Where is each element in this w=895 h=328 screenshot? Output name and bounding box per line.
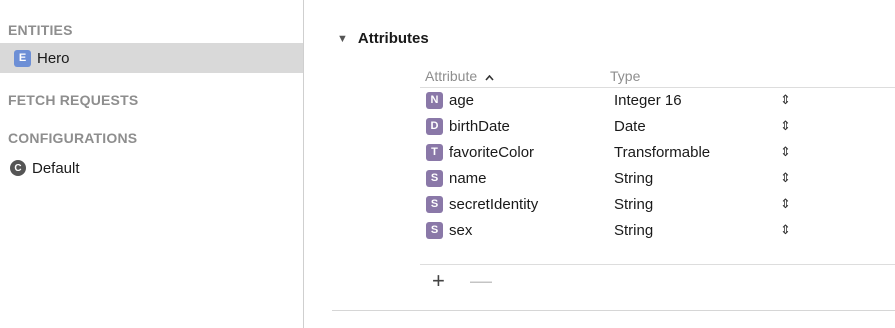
attribute-type-popup[interactable]: String bbox=[614, 170, 653, 187]
up-down-stepper-icon[interactable]: ⇕ bbox=[780, 196, 791, 212]
attribute-type-popup[interactable]: String bbox=[614, 222, 653, 239]
attribute-name: birthDate bbox=[449, 117, 510, 135]
remove-attribute-button[interactable]: — bbox=[470, 270, 492, 292]
up-down-stepper-icon[interactable]: ⇕ bbox=[780, 118, 791, 134]
fetch-requests-section-title[interactable]: FETCH REQUESTS bbox=[8, 92, 138, 108]
sidebar-item-label: Hero bbox=[37, 49, 70, 67]
up-down-stepper-icon[interactable]: ⇕ bbox=[780, 144, 791, 160]
attribute-type-badge-icon: N bbox=[426, 91, 443, 109]
attribute-type-badge-icon: S bbox=[426, 169, 443, 187]
attribute-type-badge-icon: D bbox=[426, 117, 443, 135]
sidebar: ENTITIES E Hero FETCH REQUESTS CONFIGURA… bbox=[0, 0, 303, 328]
disclosure-triangle-icon[interactable]: ▼ bbox=[337, 33, 348, 45]
attribute-name: sex bbox=[449, 221, 473, 239]
main-panel: ▼ Attributes Attribute Type Nage Integer… bbox=[304, 0, 895, 328]
attributes-title: Attributes bbox=[357, 30, 429, 47]
up-down-stepper-icon[interactable]: ⇕ bbox=[780, 92, 791, 108]
section-bottom-divider bbox=[332, 310, 895, 311]
attribute-column-header[interactable]: Attribute bbox=[425, 68, 494, 84]
table-row[interactable]: TfavoriteColor Transformable ⇕ bbox=[420, 139, 895, 165]
sidebar-item-hero[interactable]: E Hero bbox=[0, 43, 303, 73]
attributes-section-header[interactable]: ▼ Attributes bbox=[337, 30, 429, 47]
table-row[interactable]: Ssex String ⇕ bbox=[420, 217, 895, 243]
attribute-type-popup[interactable]: Transformable bbox=[614, 144, 710, 161]
attribute-name: name bbox=[449, 169, 487, 187]
sidebar-item-label: Default bbox=[32, 159, 80, 177]
attribute-type-popup[interactable]: String bbox=[614, 196, 653, 213]
table-row[interactable]: SsecretIdentity String ⇕ bbox=[420, 191, 895, 217]
attribute-name: secretIdentity bbox=[449, 195, 539, 213]
table-bottom-divider bbox=[420, 264, 895, 265]
configurations-section-title: CONFIGURATIONS bbox=[8, 130, 138, 146]
up-down-stepper-icon[interactable]: ⇕ bbox=[780, 222, 791, 238]
configuration-badge-icon: C bbox=[10, 160, 26, 176]
sidebar-item-default[interactable]: C Default bbox=[0, 153, 303, 183]
attribute-type-popup[interactable]: Integer 16 bbox=[614, 92, 682, 109]
sort-ascending-icon bbox=[485, 68, 494, 84]
up-down-stepper-icon[interactable]: ⇕ bbox=[780, 170, 791, 186]
type-column-header[interactable]: Type bbox=[610, 68, 640, 84]
table-row[interactable]: DbirthDate Date ⇕ bbox=[420, 113, 895, 139]
entities-section-title: ENTITIES bbox=[8, 22, 73, 38]
entity-badge-icon: E bbox=[14, 49, 31, 67]
add-attribute-button[interactable]: + bbox=[432, 270, 445, 292]
attribute-name: age bbox=[449, 91, 475, 109]
attribute-type-badge-icon: T bbox=[426, 143, 443, 161]
attribute-type-badge-icon: S bbox=[426, 221, 443, 239]
table-row[interactable]: Nage Integer 16 ⇕ bbox=[420, 87, 895, 113]
table-row[interactable]: Sname String ⇕ bbox=[420, 165, 895, 191]
attribute-type-popup[interactable]: Date bbox=[614, 118, 646, 135]
attribute-name: favoriteColor bbox=[449, 143, 535, 161]
attribute-column-label: Attribute bbox=[425, 68, 478, 84]
attribute-type-badge-icon: S bbox=[426, 195, 443, 213]
